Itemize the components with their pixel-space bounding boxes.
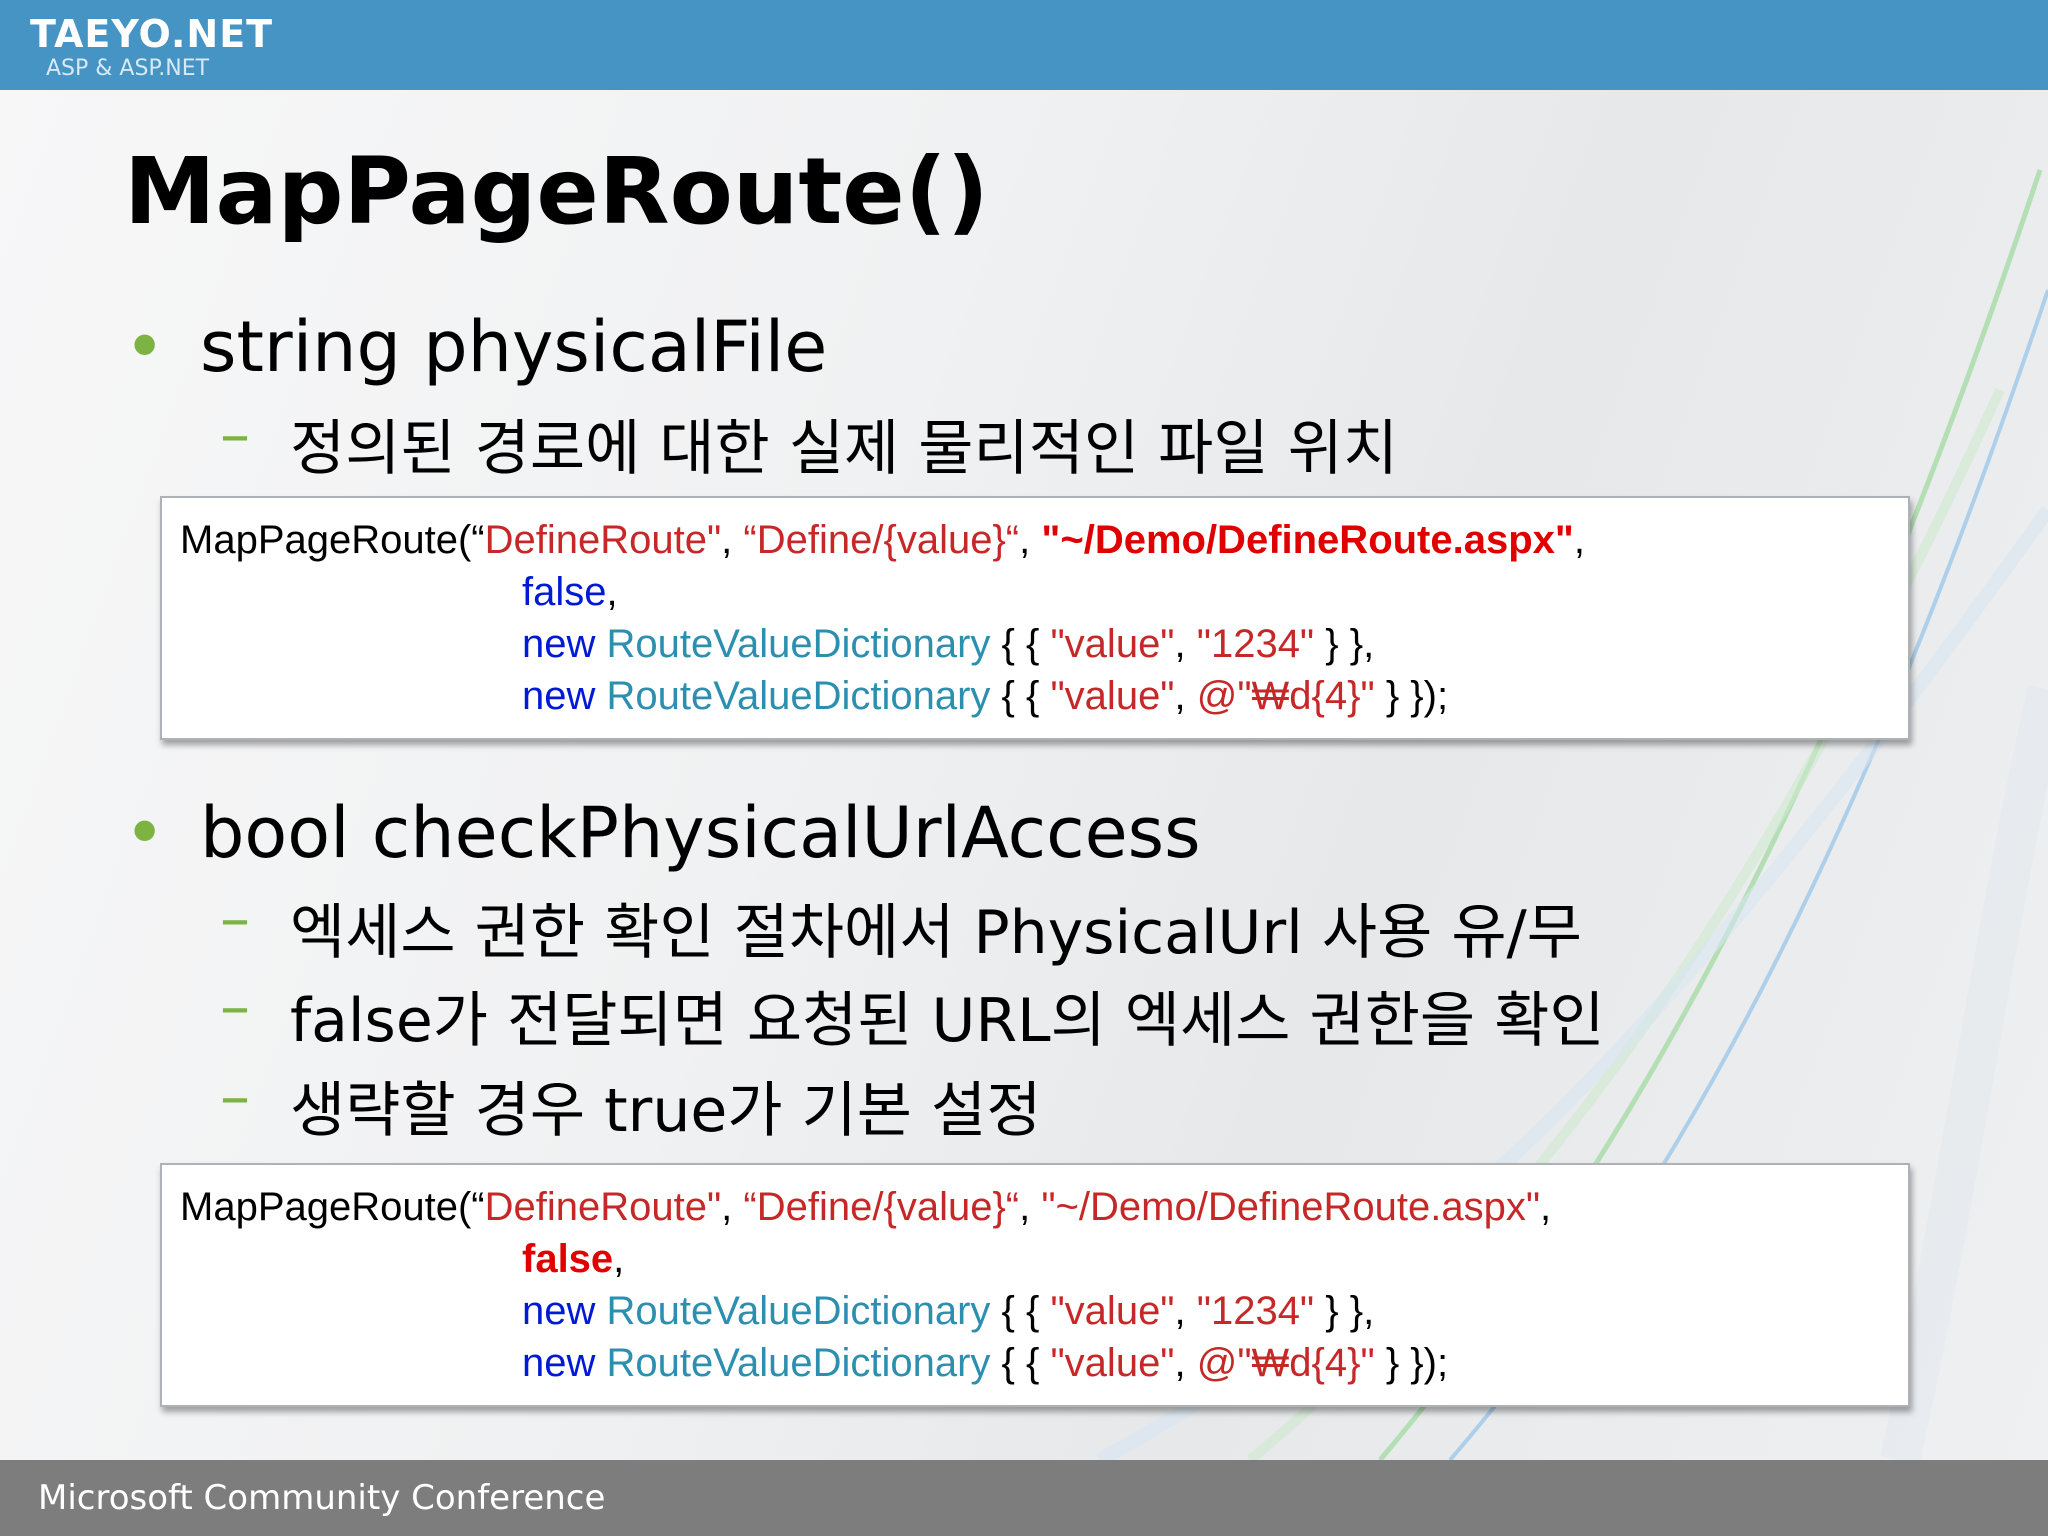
dash-icon: – bbox=[220, 1062, 250, 1132]
code-line-2: false, bbox=[522, 570, 618, 614]
footer-text: Microsoft Community Conference bbox=[38, 1478, 606, 1518]
sub-item-text: 정의된 경로에 대한 실제 물리적인 파일 위치 bbox=[290, 414, 1399, 484]
code-block-1: MapPageRoute(“DefineRoute", “Define/{val… bbox=[160, 496, 1910, 740]
sub-item-text: 생략할 경우 true가 기본 설정 bbox=[290, 1076, 1042, 1146]
logo-subtitle: ASP & ASP.NET bbox=[46, 56, 210, 81]
sub-item: – false가 전달되면 요청된 URL의 엑세스 권한을 확인 bbox=[220, 972, 1605, 1059]
sub-item-text: 엑세스 권한 확인 절차에서 PhysicalUrl 사용 유/무 bbox=[290, 898, 1582, 968]
sub-item: – 정의된 경로에 대한 실제 물리적인 파일 위치 bbox=[220, 400, 1399, 487]
code-line-1: MapPageRoute(“DefineRoute", “Define/{val… bbox=[180, 518, 1585, 562]
dash-icon: – bbox=[220, 884, 250, 954]
code-line-1: MapPageRoute(“DefineRoute", “Define/{val… bbox=[180, 1185, 1552, 1229]
bullet-text: string physicalFile bbox=[200, 306, 828, 388]
code-line-3: new RouteValueDictionary { { "value", "1… bbox=[522, 1289, 1375, 1333]
bullet-physical-file: • string physicalFile bbox=[124, 306, 828, 388]
bullet-dot-icon: • bbox=[124, 306, 166, 388]
code-line-3: new RouteValueDictionary { { "value", "1… bbox=[522, 622, 1375, 666]
sub-item-text: false가 전달되면 요청된 URL의 엑세스 권한을 확인 bbox=[290, 986, 1605, 1056]
footer-bar: Microsoft Community Conference bbox=[0, 1460, 2048, 1536]
code-line-4: new RouteValueDictionary { { "value", @"… bbox=[522, 1341, 1449, 1385]
bullet-check-physical-url-access: • bool checkPhysicalUrlAccess bbox=[124, 792, 1201, 874]
code-block-2: MapPageRoute(“DefineRoute", “Define/{val… bbox=[160, 1163, 1910, 1407]
code-line-4: new RouteValueDictionary { { "value", @"… bbox=[522, 674, 1449, 718]
sub-item: – 엑세스 권한 확인 절차에서 PhysicalUrl 사용 유/무 bbox=[220, 884, 1582, 971]
header-bar: TAEYO.NET ASP & ASP.NET bbox=[0, 0, 2048, 90]
dash-icon: – bbox=[220, 400, 250, 470]
code-line-2: false, bbox=[522, 1237, 625, 1281]
bullet-dot-icon: • bbox=[124, 792, 166, 874]
dash-icon: – bbox=[220, 972, 250, 1042]
bullet-text: bool checkPhysicalUrlAccess bbox=[200, 792, 1201, 874]
logo: TAEYO.NET bbox=[30, 12, 274, 56]
slide-title: MapPageRoute() bbox=[124, 138, 989, 245]
sub-item: – 생략할 경우 true가 기본 설정 bbox=[220, 1062, 1042, 1149]
